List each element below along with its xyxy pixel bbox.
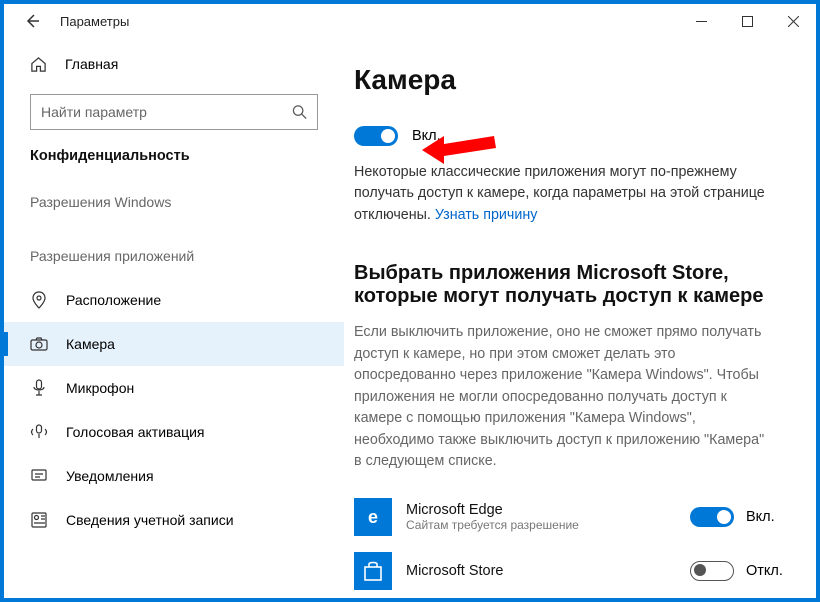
app-toggle-label: Откл. xyxy=(746,563,792,579)
home-icon xyxy=(30,56,47,73)
store-icon xyxy=(354,552,392,590)
camera-access-toggle-label: Вкл. xyxy=(412,128,441,144)
maximize-icon xyxy=(742,16,753,27)
learn-why-link[interactable]: Узнать причину xyxy=(435,207,538,223)
app-subtext: Сайтам требуется разрешение xyxy=(406,518,690,532)
edge-icon: e xyxy=(354,498,392,536)
section-heading: Выбрать приложения Microsoft Store, кото… xyxy=(354,262,774,308)
home-label: Главная xyxy=(65,56,118,72)
main-content: Камера Вкл. Некоторые классические прило… xyxy=(344,38,816,598)
sidebar-item-account[interactable]: Сведения учетной записи xyxy=(4,498,344,542)
app-row-edge: e Microsoft Edge Сайтам требуется разреш… xyxy=(354,490,792,544)
shopping-bag-icon xyxy=(362,560,384,582)
maximize-button[interactable] xyxy=(724,4,770,38)
close-button[interactable] xyxy=(770,4,816,38)
minimize-icon xyxy=(696,16,707,27)
sidebar-item-label: Уведомления xyxy=(66,468,154,484)
settings-window: Параметры Главная Конфиденциальность Раз… xyxy=(4,4,816,598)
subhead-apps: Разрешения приложений xyxy=(4,224,344,278)
page-title: Камера xyxy=(354,64,792,96)
camera-icon xyxy=(30,335,48,353)
account-icon xyxy=(30,511,48,529)
sidebar-item-label: Расположение xyxy=(66,292,161,308)
subhead-windows: Разрешения Windows xyxy=(4,180,344,224)
app-name: Microsoft Store xyxy=(406,563,690,579)
sidebar-item-label: Сведения учетной записи xyxy=(66,512,234,528)
microphone-icon xyxy=(30,379,48,397)
minimize-button[interactable] xyxy=(678,4,724,38)
location-icon xyxy=(30,291,48,309)
search-icon xyxy=(292,104,307,120)
app-toggle-label: Вкл. xyxy=(746,509,792,525)
window-title: Параметры xyxy=(60,14,129,29)
app-name: Microsoft Edge xyxy=(406,502,690,518)
sidebar-item-label: Камера xyxy=(66,336,115,352)
window-controls xyxy=(678,4,816,38)
legacy-note-text: Некоторые классические приложения могут … xyxy=(354,164,765,223)
sidebar-item-voice[interactable]: Голосовая активация xyxy=(4,410,344,454)
sidebar-item-label: Микрофон xyxy=(66,380,134,396)
app-toggle-edge[interactable] xyxy=(690,507,734,527)
sidebar-item-microphone[interactable]: Микрофон xyxy=(4,366,344,410)
app-row-store: Microsoft Store Откл. xyxy=(354,544,792,598)
section-description: Если выключить приложение, оно не сможет… xyxy=(354,322,774,472)
search-input[interactable] xyxy=(41,104,292,120)
back-button[interactable] xyxy=(18,7,46,35)
app-text: Microsoft Edge Сайтам требуется разрешен… xyxy=(406,502,690,532)
search-input-wrap[interactable] xyxy=(30,94,318,130)
camera-access-toggle[interactable] xyxy=(354,126,398,146)
sidebar-item-notifications[interactable]: Уведомления xyxy=(4,454,344,498)
window-body: Главная Конфиденциальность Разрешения Wi… xyxy=(4,38,816,598)
home-link[interactable]: Главная xyxy=(4,44,344,84)
arrow-left-icon xyxy=(24,13,40,29)
sidebar: Главная Конфиденциальность Разрешения Wi… xyxy=(4,38,344,598)
notifications-icon xyxy=(30,467,48,485)
close-icon xyxy=(788,16,799,27)
master-toggle-row: Вкл. xyxy=(354,126,792,146)
sidebar-item-label: Голосовая активация xyxy=(66,424,205,440)
sidebar-item-location[interactable]: Расположение xyxy=(4,278,344,322)
voice-icon xyxy=(30,423,48,441)
app-text: Microsoft Store xyxy=(406,563,690,579)
sidebar-item-camera[interactable]: Камера xyxy=(4,322,344,366)
category-heading: Конфиденциальность xyxy=(4,144,344,180)
titlebar: Параметры xyxy=(4,4,816,38)
legacy-apps-note: Некоторые классические приложения могут … xyxy=(354,162,774,226)
app-toggle-store[interactable] xyxy=(690,561,734,581)
